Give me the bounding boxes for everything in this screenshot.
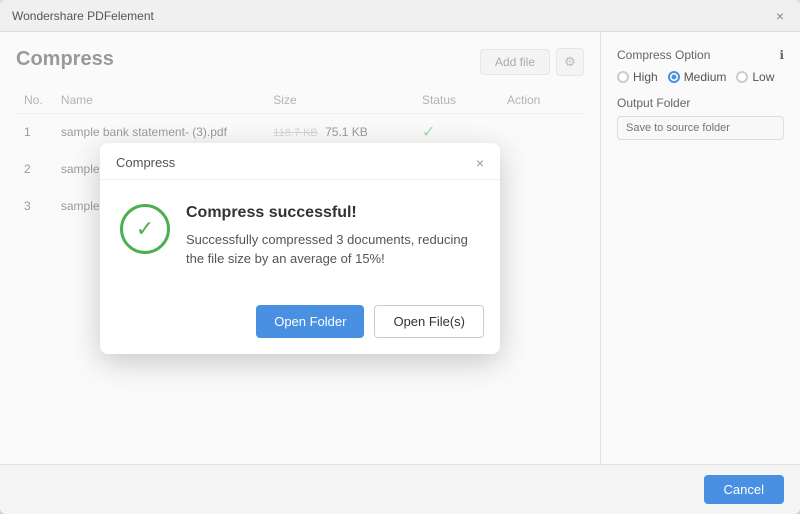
modal-success-desc: Successfully compressed 3 documents, red… <box>186 230 480 269</box>
window-close-button[interactable]: × <box>772 8 788 24</box>
radio-label: High <box>633 70 658 84</box>
compression-option-low[interactable]: Low <box>736 70 774 84</box>
titlebar: Wondershare PDFelement × <box>0 0 800 32</box>
compression-level-group: High Medium Low <box>617 70 784 84</box>
modal-body: ✓ Compress successful! Successfully comp… <box>100 180 500 293</box>
modal-header: Compress × <box>100 143 500 180</box>
footer: Cancel <box>0 464 800 514</box>
compress-option-section: Compress Option ℹ High Medium Low <box>617 48 784 84</box>
output-folder-label: Output Folder <box>617 96 784 110</box>
compress-option-header: Compress Option ℹ <box>617 48 784 62</box>
app-title: Wondershare PDFelement <box>12 9 154 23</box>
radio-circle <box>617 71 629 83</box>
modal-footer: Open Folder Open File(s) <box>100 293 500 354</box>
left-panel: Compress Add file ⚙ No. Name Size Status… <box>0 32 600 464</box>
radio-circle <box>736 71 748 83</box>
open-folder-button[interactable]: Open Folder <box>256 305 364 338</box>
modal-text-block: Compress successful! Successfully compre… <box>186 204 480 269</box>
main-window: Wondershare PDFelement × Compress Add fi… <box>0 0 800 514</box>
compress-option-label: Compress Option <box>617 48 710 62</box>
radio-circle <box>668 71 680 83</box>
modal-overlay: Compress × ✓ Compress successful! Succes… <box>0 32 600 464</box>
right-panel: Compress Option ℹ High Medium Low Output F… <box>600 32 800 464</box>
modal-success-title: Compress successful! <box>186 204 480 222</box>
compression-option-medium[interactable]: Medium <box>668 70 727 84</box>
cancel-button[interactable]: Cancel <box>704 475 784 504</box>
compression-option-high[interactable]: High <box>617 70 658 84</box>
output-folder-input[interactable] <box>617 116 784 140</box>
main-content: Compress Add file ⚙ No. Name Size Status… <box>0 32 800 464</box>
info-icon: ℹ <box>779 48 784 62</box>
output-folder-section: Output Folder <box>617 96 784 140</box>
radio-label: Low <box>752 70 774 84</box>
modal-close-button[interactable]: × <box>476 155 484 171</box>
modal-title: Compress <box>116 155 175 170</box>
compress-modal: Compress × ✓ Compress successful! Succes… <box>100 143 500 354</box>
success-icon: ✓ <box>120 204 170 254</box>
radio-label: Medium <box>684 70 727 84</box>
open-files-button[interactable]: Open File(s) <box>374 305 484 338</box>
